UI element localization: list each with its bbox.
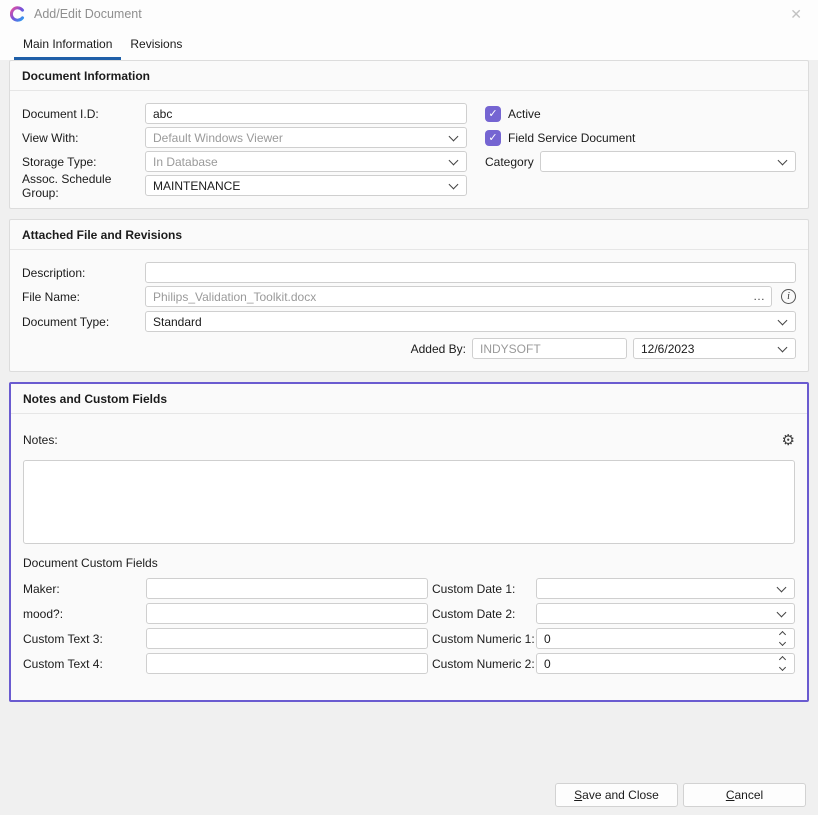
- mood-label: mood?:: [23, 607, 146, 621]
- custom-numeric-2-label: Custom Numeric 2:: [432, 657, 536, 671]
- schedule-group-value: MAINTENANCE: [153, 179, 240, 193]
- chevron-down-icon: [449, 181, 458, 190]
- added-date-value: 12/6/2023: [641, 342, 694, 356]
- document-type-dropdown[interactable]: Standard: [145, 311, 796, 332]
- view-with-value: Default Windows Viewer: [153, 131, 283, 145]
- custom-date-2-label: Custom Date 2:: [432, 607, 536, 621]
- custom-date-1-dropdown[interactable]: [536, 578, 795, 599]
- notes-textarea[interactable]: [23, 460, 795, 544]
- attached-file-header: Attached File and Revisions: [10, 220, 808, 250]
- schedule-group-label: Assoc. Schedule Group:: [22, 172, 145, 200]
- document-id-input[interactable]: [145, 103, 467, 124]
- added-by-input[interactable]: [472, 338, 627, 359]
- notes-custom-fields-header: Notes and Custom Fields: [11, 384, 807, 414]
- document-type-value: Standard: [153, 315, 202, 329]
- chevron-down-icon: [449, 133, 458, 142]
- custom-numeric-1-input[interactable]: 0: [536, 628, 795, 649]
- chevron-down-icon: [777, 609, 786, 618]
- custom-numeric-2-value: 0: [544, 657, 551, 671]
- notes-custom-fields-section: Notes and Custom Fields Notes: ⚙ Documen…: [9, 382, 809, 702]
- window-title: Add/Edit Document: [34, 7, 142, 21]
- chevron-down-icon: [777, 584, 786, 593]
- spinner-arrows-icon[interactable]: [778, 630, 787, 647]
- close-icon[interactable]: ✕: [784, 5, 808, 24]
- file-name-label: File Name:: [22, 290, 145, 304]
- cancel-button[interactable]: Cancel: [683, 783, 806, 807]
- field-service-checkbox[interactable]: ✓: [485, 130, 501, 146]
- spinner-arrows-icon[interactable]: [778, 655, 787, 672]
- active-checkbox[interactable]: ✓: [485, 106, 501, 122]
- storage-type-label: Storage Type:: [22, 155, 145, 169]
- custom-numeric-2-input[interactable]: 0: [536, 653, 795, 674]
- check-icon: ✓: [488, 107, 497, 120]
- info-icon[interactable]: i: [781, 289, 796, 304]
- chevron-down-icon: [449, 157, 458, 166]
- file-name-input[interactable]: [145, 286, 772, 307]
- save-and-close-button[interactable]: Save and Close: [555, 783, 678, 807]
- added-by-label: Added By:: [411, 342, 466, 356]
- storage-type-value: In Database: [153, 155, 218, 169]
- custom-numeric-1-value: 0: [544, 632, 551, 646]
- category-dropdown[interactable]: [540, 151, 796, 172]
- description-input[interactable]: [145, 262, 796, 283]
- custom-text-3-input[interactable]: [146, 628, 428, 649]
- document-information-header: Document Information: [10, 61, 808, 91]
- custom-date-1-label: Custom Date 1:: [432, 582, 536, 596]
- maker-label: Maker:: [23, 582, 146, 596]
- view-with-label: View With:: [22, 131, 145, 145]
- app-logo-icon: [10, 6, 26, 22]
- document-type-label: Document Type:: [22, 315, 145, 329]
- custom-numeric-1-label: Custom Numeric 1:: [432, 632, 536, 646]
- notes-label: Notes:: [23, 433, 58, 447]
- gear-icon[interactable]: ⚙: [782, 433, 795, 448]
- attached-file-section: Attached File and Revisions Description:…: [9, 219, 809, 372]
- active-checkbox-label: Active: [508, 107, 541, 121]
- description-label: Description:: [22, 266, 145, 280]
- schedule-group-dropdown[interactable]: MAINTENANCE: [145, 175, 467, 196]
- custom-text-4-input[interactable]: [146, 653, 428, 674]
- add-edit-document-dialog: Add/Edit Document ✕ Main Information Rev…: [0, 0, 818, 702]
- titlebar: Add/Edit Document ✕: [0, 0, 818, 28]
- view-with-dropdown[interactable]: Default Windows Viewer: [145, 127, 467, 148]
- storage-type-dropdown[interactable]: In Database: [145, 151, 467, 172]
- tab-main-information[interactable]: Main Information: [14, 28, 121, 60]
- chevron-down-icon: [778, 317, 787, 326]
- field-service-checkbox-label: Field Service Document: [508, 131, 635, 145]
- document-information-section: Document Information Document I.D: View …: [9, 60, 809, 209]
- tab-bar: Main Information Revisions: [0, 28, 818, 60]
- chevron-down-icon: [778, 344, 787, 353]
- check-icon: ✓: [488, 131, 497, 144]
- custom-fields-title: Document Custom Fields: [23, 556, 795, 570]
- category-label: Category: [485, 155, 534, 169]
- custom-text-4-label: Custom Text 4:: [23, 657, 146, 671]
- maker-input[interactable]: [146, 578, 428, 599]
- document-id-label: Document I.D:: [22, 107, 145, 121]
- custom-date-2-dropdown[interactable]: [536, 603, 795, 624]
- custom-text-3-label: Custom Text 3:: [23, 632, 146, 646]
- browse-file-button[interactable]: …: [749, 288, 769, 304]
- mood-input[interactable]: [146, 603, 428, 624]
- chevron-down-icon: [778, 157, 787, 166]
- added-date-dropdown[interactable]: 12/6/2023: [633, 338, 796, 359]
- footer-buttons: Save and Close Cancel: [555, 783, 806, 807]
- tab-revisions[interactable]: Revisions: [121, 28, 191, 60]
